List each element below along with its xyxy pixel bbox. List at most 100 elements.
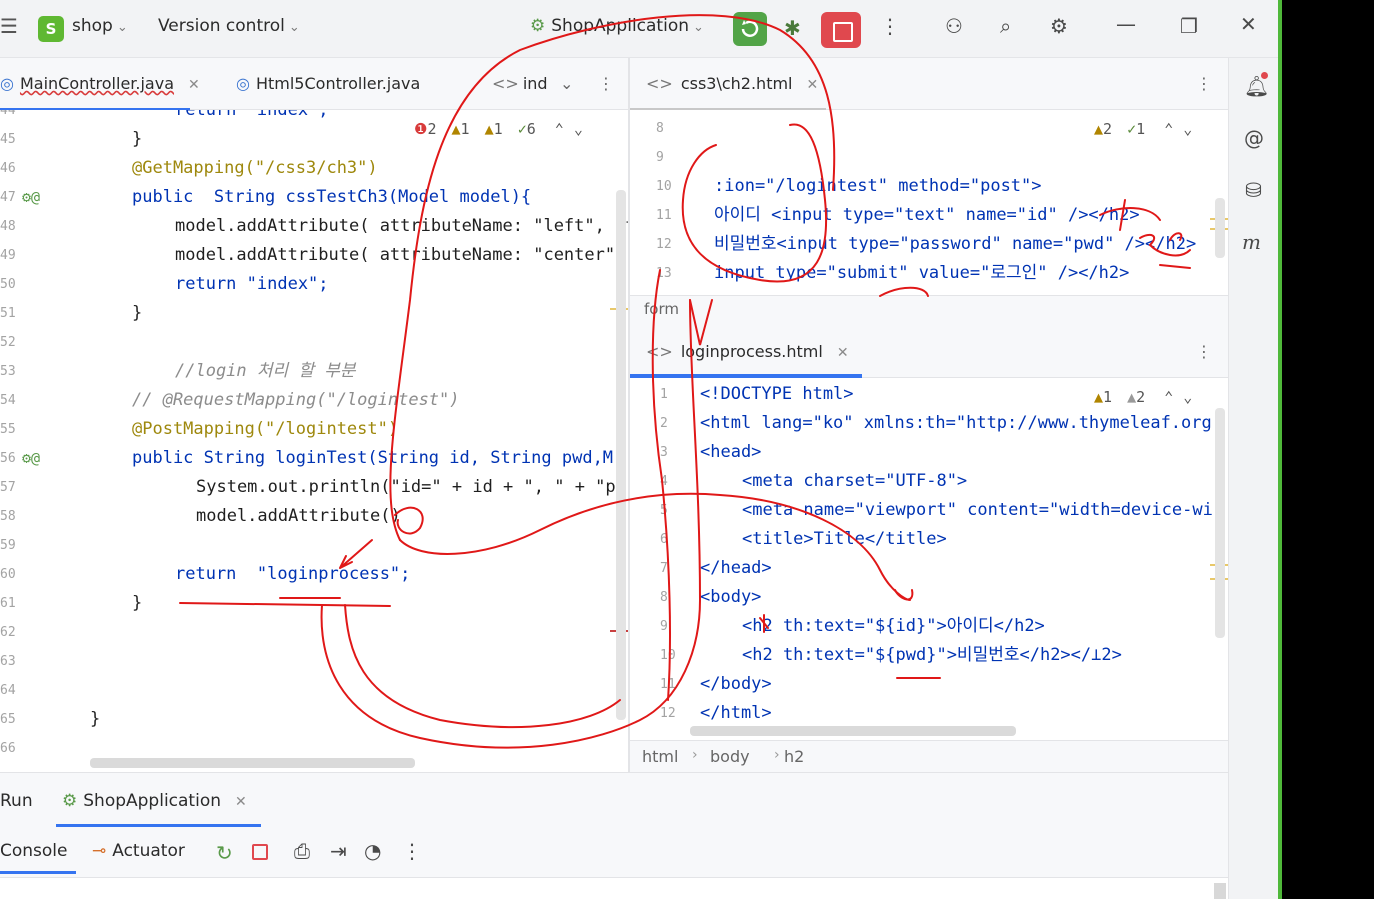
rerun-button[interactable] bbox=[733, 12, 767, 46]
code-line[interactable]: 64 bbox=[0, 676, 628, 705]
tab-main-controller[interactable]: ◎ MainController.java ✕ bbox=[0, 74, 200, 93]
code-line[interactable]: 10 <h2 th:text="${pwd}">비밀번호</h2></⊥2> bbox=[630, 641, 1228, 670]
code-line[interactable]: 48 model.addAttribute( attributeName: "le… bbox=[0, 212, 628, 241]
code-line[interactable]: 57 System.out.println("id=" + id + ", " +… bbox=[0, 473, 628, 502]
vertical-scrollbar[interactable] bbox=[616, 190, 626, 720]
more-icon[interactable]: ⋮ bbox=[402, 839, 422, 863]
run-tab-shop-application[interactable]: ⚙ ShopApplication ✕ bbox=[62, 791, 247, 811]
horizontal-scrollbar[interactable] bbox=[690, 726, 1016, 736]
code-line[interactable]: 3 <head> bbox=[630, 438, 1228, 467]
minimize-icon[interactable]: — bbox=[1116, 12, 1136, 36]
right-bottom-tab-bar: <> loginprocess.html ✕ ⋮ bbox=[630, 326, 1228, 378]
code-line[interactable]: 62 bbox=[0, 618, 628, 647]
breadcrumb-item[interactable]: html bbox=[642, 747, 678, 766]
more-icon[interactable]: ⋮ bbox=[598, 74, 614, 93]
pane-divider[interactable] bbox=[628, 58, 630, 772]
tab-index[interactable]: <> ind bbox=[492, 74, 548, 93]
left-code-editor[interactable]: ❶2 ▲1 ▲1 ✓6 ⌃ ⌄ 44 return "index"; 45} 46 @Ge… bbox=[0, 110, 628, 772]
line-number: 9 bbox=[656, 150, 664, 165]
code-line[interactable]: 10:ion="/logintest" method="post"> bbox=[630, 172, 1228, 201]
line-number: 12 bbox=[660, 706, 676, 721]
code-line[interactable]: 56 public String loginTest(String id, Str… bbox=[0, 444, 628, 473]
vertical-scrollbar[interactable] bbox=[1215, 198, 1225, 258]
code-line[interactable]: 12 </html> bbox=[630, 699, 1228, 728]
search-icon[interactable]: ⌕ bbox=[1000, 14, 1011, 38]
horizontal-scrollbar[interactable] bbox=[90, 758, 415, 768]
spring-bean-icon[interactable]: ⚙@ bbox=[22, 183, 40, 212]
code-line[interactable]: 46 @GetMapping("/css3/ch3") bbox=[0, 154, 628, 183]
code-line[interactable]: 63 bbox=[0, 647, 628, 676]
tab-label: MainController.java bbox=[19, 74, 175, 93]
right-bottom-code-editor[interactable]: ▲1 ▲2 ⌃ ⌄ 1 <!DOCTYPE html> 2 <html lang="ko… bbox=[630, 378, 1228, 740]
code-line[interactable]: 61} bbox=[0, 589, 628, 618]
project-badge: S bbox=[38, 16, 64, 42]
code-line[interactable]: 12 비밀번호<input type="password" name="pwd" … bbox=[630, 230, 1228, 259]
code-line[interactable]: 11 </body> bbox=[630, 670, 1228, 699]
code-line[interactable]: 11 아이디 <input type="text" name="id" /></h… bbox=[630, 201, 1228, 230]
right-top-code-editor[interactable]: ▲2 ✓1 ⌃ ⌄ 8 9 10:ion="/logintest" method="p… bbox=[630, 110, 1228, 295]
tab-list-chevron-icon[interactable]: ⌄ bbox=[560, 74, 573, 93]
breadcrumb-item[interactable]: form bbox=[644, 300, 679, 318]
code-line[interactable]: 54 // @RequestMapping("/logintest") bbox=[0, 386, 628, 415]
code-line[interactable]: 58 model.addAttribute() bbox=[0, 502, 628, 531]
breadcrumb-item[interactable]: h2 bbox=[784, 747, 804, 766]
spiral-icon[interactable]: @ bbox=[1244, 126, 1264, 150]
version-control-menu[interactable]: Version control ⌄ bbox=[158, 16, 300, 36]
code-line[interactable]: 53 //login 처리 할 부분 bbox=[0, 357, 628, 386]
console-output[interactable] bbox=[0, 877, 1228, 899]
more-icon[interactable]: ⋮ bbox=[1196, 342, 1212, 361]
gauge-icon[interactable]: ◔ bbox=[364, 839, 381, 863]
code-line[interactable]: 60 return "loginprocess"; bbox=[0, 560, 628, 589]
code-line[interactable]: 45} bbox=[0, 125, 628, 154]
code-line[interactable]: 8 bbox=[630, 114, 1228, 143]
breadcrumb-item[interactable]: body bbox=[710, 747, 750, 766]
debug-icon[interactable]: ✱ bbox=[784, 16, 801, 40]
code-line[interactable]: 55 @PostMapping("/logintest") bbox=[0, 415, 628, 444]
tab-css3-ch2[interactable]: <> css3\ch2.html ✕ bbox=[646, 74, 818, 93]
code-line[interactable]: 59 bbox=[0, 531, 628, 560]
code-line[interactable]: 1 <!DOCTYPE html> bbox=[630, 380, 1228, 409]
code-text: 비밀번호<input type="password" name="pwd" />… bbox=[714, 234, 1197, 254]
code-line[interactable]: 65} bbox=[0, 705, 628, 734]
code-line[interactable]: 5 <meta name="viewport" content="width=de… bbox=[630, 496, 1228, 525]
code-line[interactable]: 51} bbox=[0, 299, 628, 328]
stop-icon[interactable] bbox=[252, 844, 268, 860]
code-line[interactable]: 2 <html lang="ko" xmlns:th="http://www.th… bbox=[630, 409, 1228, 438]
code-line[interactable]: 49 model.addAttribute( attributeName: "ce… bbox=[0, 241, 628, 270]
rerun-icon[interactable]: ↻ bbox=[216, 841, 233, 865]
code-text: @GetMapping("/css3/ch3") bbox=[132, 158, 378, 178]
vertical-scrollbar[interactable] bbox=[1215, 408, 1225, 638]
exit-icon[interactable]: ⇥ bbox=[330, 839, 347, 863]
project-selector[interactable]: shop ⌄ bbox=[72, 16, 128, 36]
main-menu-icon[interactable]: ☰ bbox=[0, 14, 18, 38]
code-line[interactable]: 9 bbox=[630, 143, 1228, 172]
code-line[interactable]: 50 return "index"; bbox=[0, 270, 628, 299]
database-icon[interactable]: ⛁ bbox=[1245, 178, 1262, 202]
more-icon[interactable]: ⋮ bbox=[1196, 74, 1212, 93]
code-line[interactable]: 4 <meta charset="UTF-8"> bbox=[630, 467, 1228, 496]
settings-icon[interactable]: ⚙ bbox=[1050, 14, 1068, 38]
restore-icon[interactable]: ❐ bbox=[1180, 14, 1198, 38]
tab-html5-controller[interactable]: ◎ Html5Controller.java bbox=[236, 74, 420, 93]
code-line[interactable]: 7 </head> bbox=[630, 554, 1228, 583]
m-icon[interactable]: m bbox=[1242, 230, 1261, 254]
tab-loginprocess[interactable]: <> loginprocess.html ✕ bbox=[646, 342, 849, 361]
more-icon[interactable]: ⋮ bbox=[880, 14, 900, 38]
actuator-tab[interactable]: ⊸ Actuator bbox=[92, 841, 185, 861]
code-line[interactable]: 8 <body> bbox=[630, 583, 1228, 612]
code-line[interactable]: 44 return "index"; bbox=[0, 110, 628, 125]
code-line[interactable]: 52 bbox=[0, 328, 628, 357]
run-config-selector[interactable]: ⚙ ShopApplication ⌄ bbox=[530, 16, 704, 36]
code-line[interactable]: 47 public String cssTestCh3(Model model){… bbox=[0, 183, 628, 212]
spring-bean-icon[interactable]: ⚙@ bbox=[22, 444, 40, 473]
code-line[interactable]: 13 input type="submit" value="로그인" /></h2… bbox=[630, 259, 1228, 288]
stop-button[interactable] bbox=[821, 12, 861, 48]
console-scrollbar[interactable] bbox=[1214, 883, 1226, 899]
code-line[interactable]: 6 <title>Title</title> bbox=[630, 525, 1228, 554]
add-user-icon[interactable]: ⚇ bbox=[945, 14, 963, 38]
close-icon[interactable]: ✕ bbox=[1240, 12, 1257, 36]
console-tab[interactable]: Console bbox=[0, 841, 68, 861]
code-text: <h2 th:text="${id}">아이디</h2> bbox=[742, 616, 1045, 636]
code-line[interactable]: 9 <h2 th:text="${id}">아이디</h2> bbox=[630, 612, 1228, 641]
camera-icon[interactable]: ⎙ bbox=[294, 839, 310, 863]
